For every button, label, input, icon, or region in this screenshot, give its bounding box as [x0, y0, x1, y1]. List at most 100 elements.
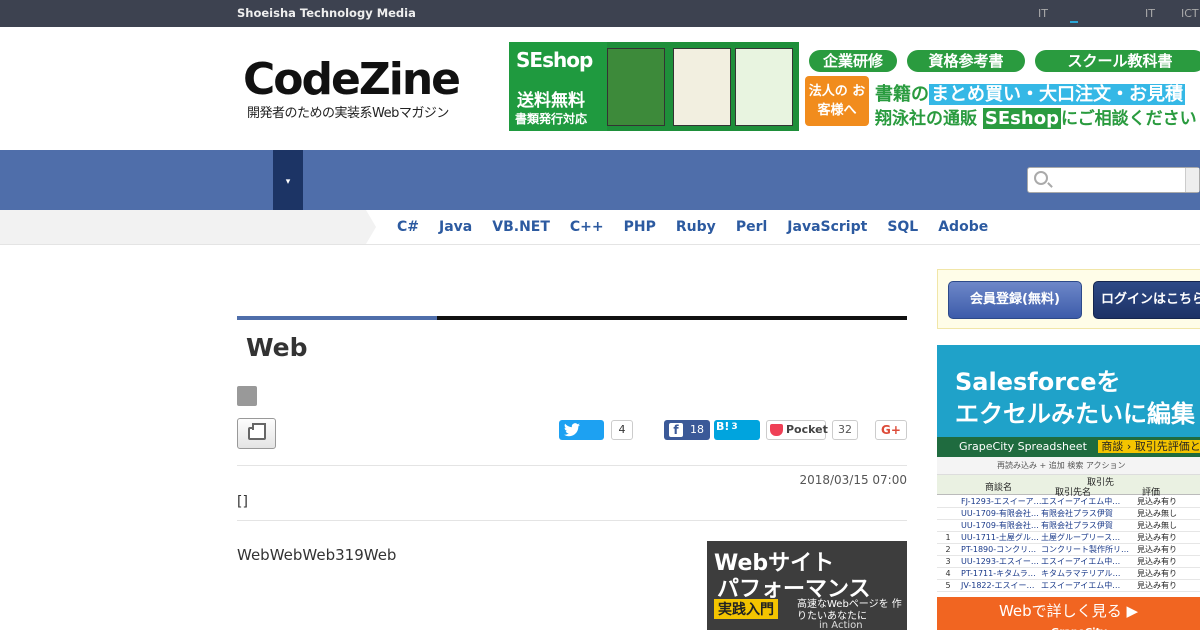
ad-row-deal: UU-1711-土屋グル…	[961, 533, 1039, 542]
top-link-it-1[interactable]: IT	[1038, 7, 1048, 20]
ad-table-row: UU-1709-有限会社… 有限会社プラス伊賀 見込み無し	[937, 508, 1200, 520]
banner-seshop-logo: SEshop	[516, 48, 593, 72]
article-title: Web	[246, 333, 308, 362]
ad-cta-button[interactable]: Webで詳しく見る ▶ GrapeCity	[937, 597, 1200, 630]
ad-row-account: コンクリート製作所リ…	[1041, 545, 1129, 554]
twitter-share-button[interactable]	[559, 420, 604, 440]
banner-book-cover-1	[607, 48, 665, 126]
member-box: 会員登録(無料) ログインはこちら	[937, 269, 1200, 329]
ad-col-name: 商談名	[985, 483, 1013, 493]
hatena-count: 3	[731, 422, 738, 432]
pocket-icon	[770, 424, 783, 436]
logo-wordmark: CodeZine	[243, 54, 461, 105]
ad-cta-label: Webで詳しく見る ▶	[998, 602, 1138, 620]
ad-app-title: GrapeCity Spreadsheet	[959, 440, 1087, 453]
ad-row-status: 見込み有り	[1137, 533, 1177, 542]
banner-book-cover-2	[673, 48, 731, 126]
ad-row-account: 土屋グループリース…	[1041, 533, 1121, 542]
ad-spreadsheet-preview: GrapeCity Spreadsheet 商談 › 取引先評価と商談! 再読み…	[937, 437, 1200, 597]
lang-link-adobe[interactable]: Adobe	[938, 219, 988, 235]
print-button[interactable]	[237, 418, 276, 449]
banner-pill-school-textbooks: スクール教科書	[1035, 50, 1200, 72]
facebook-share-count: 18	[690, 423, 704, 436]
ad-row-number: 4	[945, 569, 951, 578]
language-bar-arrow	[366, 210, 376, 244]
lang-link-vbnet[interactable]: VB.NET	[492, 219, 550, 235]
ad-row-account: エスイーアイエム中…	[1041, 497, 1121, 506]
top-link-ict[interactable]: ICT	[1181, 7, 1199, 20]
book-tag: 実践入門	[714, 599, 778, 619]
search-box	[1027, 167, 1200, 193]
lang-link-php[interactable]: PHP	[624, 219, 656, 235]
language-bar-lead	[0, 210, 366, 244]
ad-table-row: FJ-1293-エスイーア… エスイーアイエム中… 見込み有り	[937, 496, 1200, 508]
banner-doc-support: 書類発行対応	[515, 112, 588, 126]
logo-tagline: 開発者のための実装系Webマガジン	[247, 106, 449, 121]
banner-free-shipping: 送料無料	[517, 91, 585, 111]
hatena-bookmark-button[interactable]: B! 3	[714, 420, 760, 440]
divider	[237, 465, 907, 466]
divider	[237, 520, 907, 521]
lang-link-cpp[interactable]: C++	[570, 219, 604, 235]
salesforce-ad[interactable]: Salesforceを エクセルみたいに編集 GrapeCity Spreads…	[937, 345, 1200, 630]
lang-link-perl[interactable]: Perl	[736, 219, 767, 235]
ad-table-row: 2 PT-1890-コンクリ… コンクリート製作所リ… 見込み有り	[937, 544, 1200, 556]
ad-row-status: 見込み有り	[1137, 497, 1177, 506]
ad-row-status: 見込み有り	[1137, 569, 1177, 578]
banner-message-1: 書籍の まとめ買い・大口注文・お見積	[875, 84, 1185, 105]
banner-pill-training: 企業研修	[809, 50, 897, 72]
category-badge[interactable]	[237, 386, 257, 406]
lang-link-sql[interactable]: SQL	[887, 219, 918, 235]
banner-pill-cert-books: 資格参考書	[907, 50, 1025, 72]
network-brand[interactable]: Shoeisha Technology Media	[237, 6, 416, 20]
lang-link-csharp[interactable]: C#	[397, 219, 419, 235]
ad-row-number: 5	[945, 581, 951, 590]
ad-row-deal: UU-1709-有限会社…	[961, 521, 1039, 530]
banner-right-panel: 企業研修 資格参考書 スクール教科書 法人の お客様へ 書籍の まとめ買い・大口注…	[799, 42, 1200, 131]
pocket-button[interactable]: Pocket	[766, 420, 828, 440]
nav-dropdown-toggle[interactable]: ▾	[273, 150, 303, 210]
login-button[interactable]: ログインはこちら	[1093, 281, 1200, 319]
banner-left-panel: SEshop 送料無料 書類発行対応	[509, 42, 607, 131]
seshop-banner-ad[interactable]: SEshop 送料無料 書類発行対応 企業研修 資格参考書 スクール教科書 法人…	[509, 42, 1200, 131]
printer-icon	[248, 423, 266, 440]
book-cover-ad[interactable]: Webサイト パフォーマンス 実践入門 高速なWebページを 作りたいあなたに …	[707, 541, 907, 630]
ad-row-deal: PT-1890-コンクリ…	[961, 545, 1037, 554]
top-link-it-2[interactable]: IT	[1145, 7, 1155, 20]
ad-row-number: 1	[945, 533, 951, 542]
ad-row-status: 見込み無し	[1137, 509, 1177, 518]
article-lead: WebWebWeb319Web	[237, 546, 397, 564]
lang-link-javascript[interactable]: JavaScript	[787, 219, 867, 235]
ad-row-status: 見込み無し	[1137, 521, 1177, 530]
pocket-count: 32	[832, 420, 858, 440]
ad-table-row: 1 UU-1711-土屋グル… 土屋グループリース… 見込み有り	[937, 532, 1200, 544]
ad-row-number: 3	[945, 557, 951, 566]
top-bar: Shoeisha Technology Media IT IT ICT	[0, 0, 1200, 27]
banner-corp-badge: 法人の お客様へ	[805, 76, 869, 126]
search-submit-button[interactable]	[1185, 168, 1199, 192]
ad-row-deal: FJ-1293-エスイーア…	[961, 497, 1042, 506]
ad-app-toolbar: 再読み込み + 追加 検索 アクション	[937, 457, 1200, 475]
publish-date: 2018/03/15 07:00	[799, 473, 907, 487]
ad-row-account: 有限会社プラス伊賀	[1041, 509, 1113, 518]
lang-link-java[interactable]: Java	[439, 219, 472, 235]
ad-table-row: UU-1709-有限会社… 有限会社プラス伊賀 見込み無し	[937, 520, 1200, 532]
article-meta: []	[237, 494, 248, 510]
ad-row-deal: JV-1822-エスイー…	[961, 581, 1035, 590]
ad-table-row: 3 UU-1293-エスイー… エスイーアイエム中… 見込み有り	[937, 556, 1200, 568]
gplus-share-button[interactable]: G+	[875, 420, 907, 440]
ad-row-account: エスイーアイエム中…	[1041, 581, 1121, 590]
ad-app-titlebar: GrapeCity Spreadsheet 商談 › 取引先評価と商談!	[937, 437, 1200, 457]
search-input[interactable]	[1054, 170, 1184, 190]
language-bar: C# Java VB.NET C++ PHP Ruby Perl JavaScr…	[0, 210, 1200, 245]
ad-row-status: 見込み有り	[1137, 581, 1177, 590]
book-series: in Action	[819, 620, 863, 630]
ad-app-crumbs: 商談 › 取引先評価と商談!	[1098, 440, 1200, 453]
lang-link-ruby[interactable]: Ruby	[676, 219, 716, 235]
language-links: C# Java VB.NET C++ PHP Ruby Perl JavaScr…	[397, 219, 988, 235]
ad-row-status: 見込み有り	[1137, 557, 1177, 566]
register-button[interactable]: 会員登録(無料)	[948, 281, 1082, 319]
site-logo[interactable]: CodeZine 開発者のための実装系Webマガジン	[243, 54, 473, 122]
facebook-share-button[interactable]: f 18	[664, 420, 710, 440]
ad-brand: GrapeCity	[1051, 619, 1107, 630]
